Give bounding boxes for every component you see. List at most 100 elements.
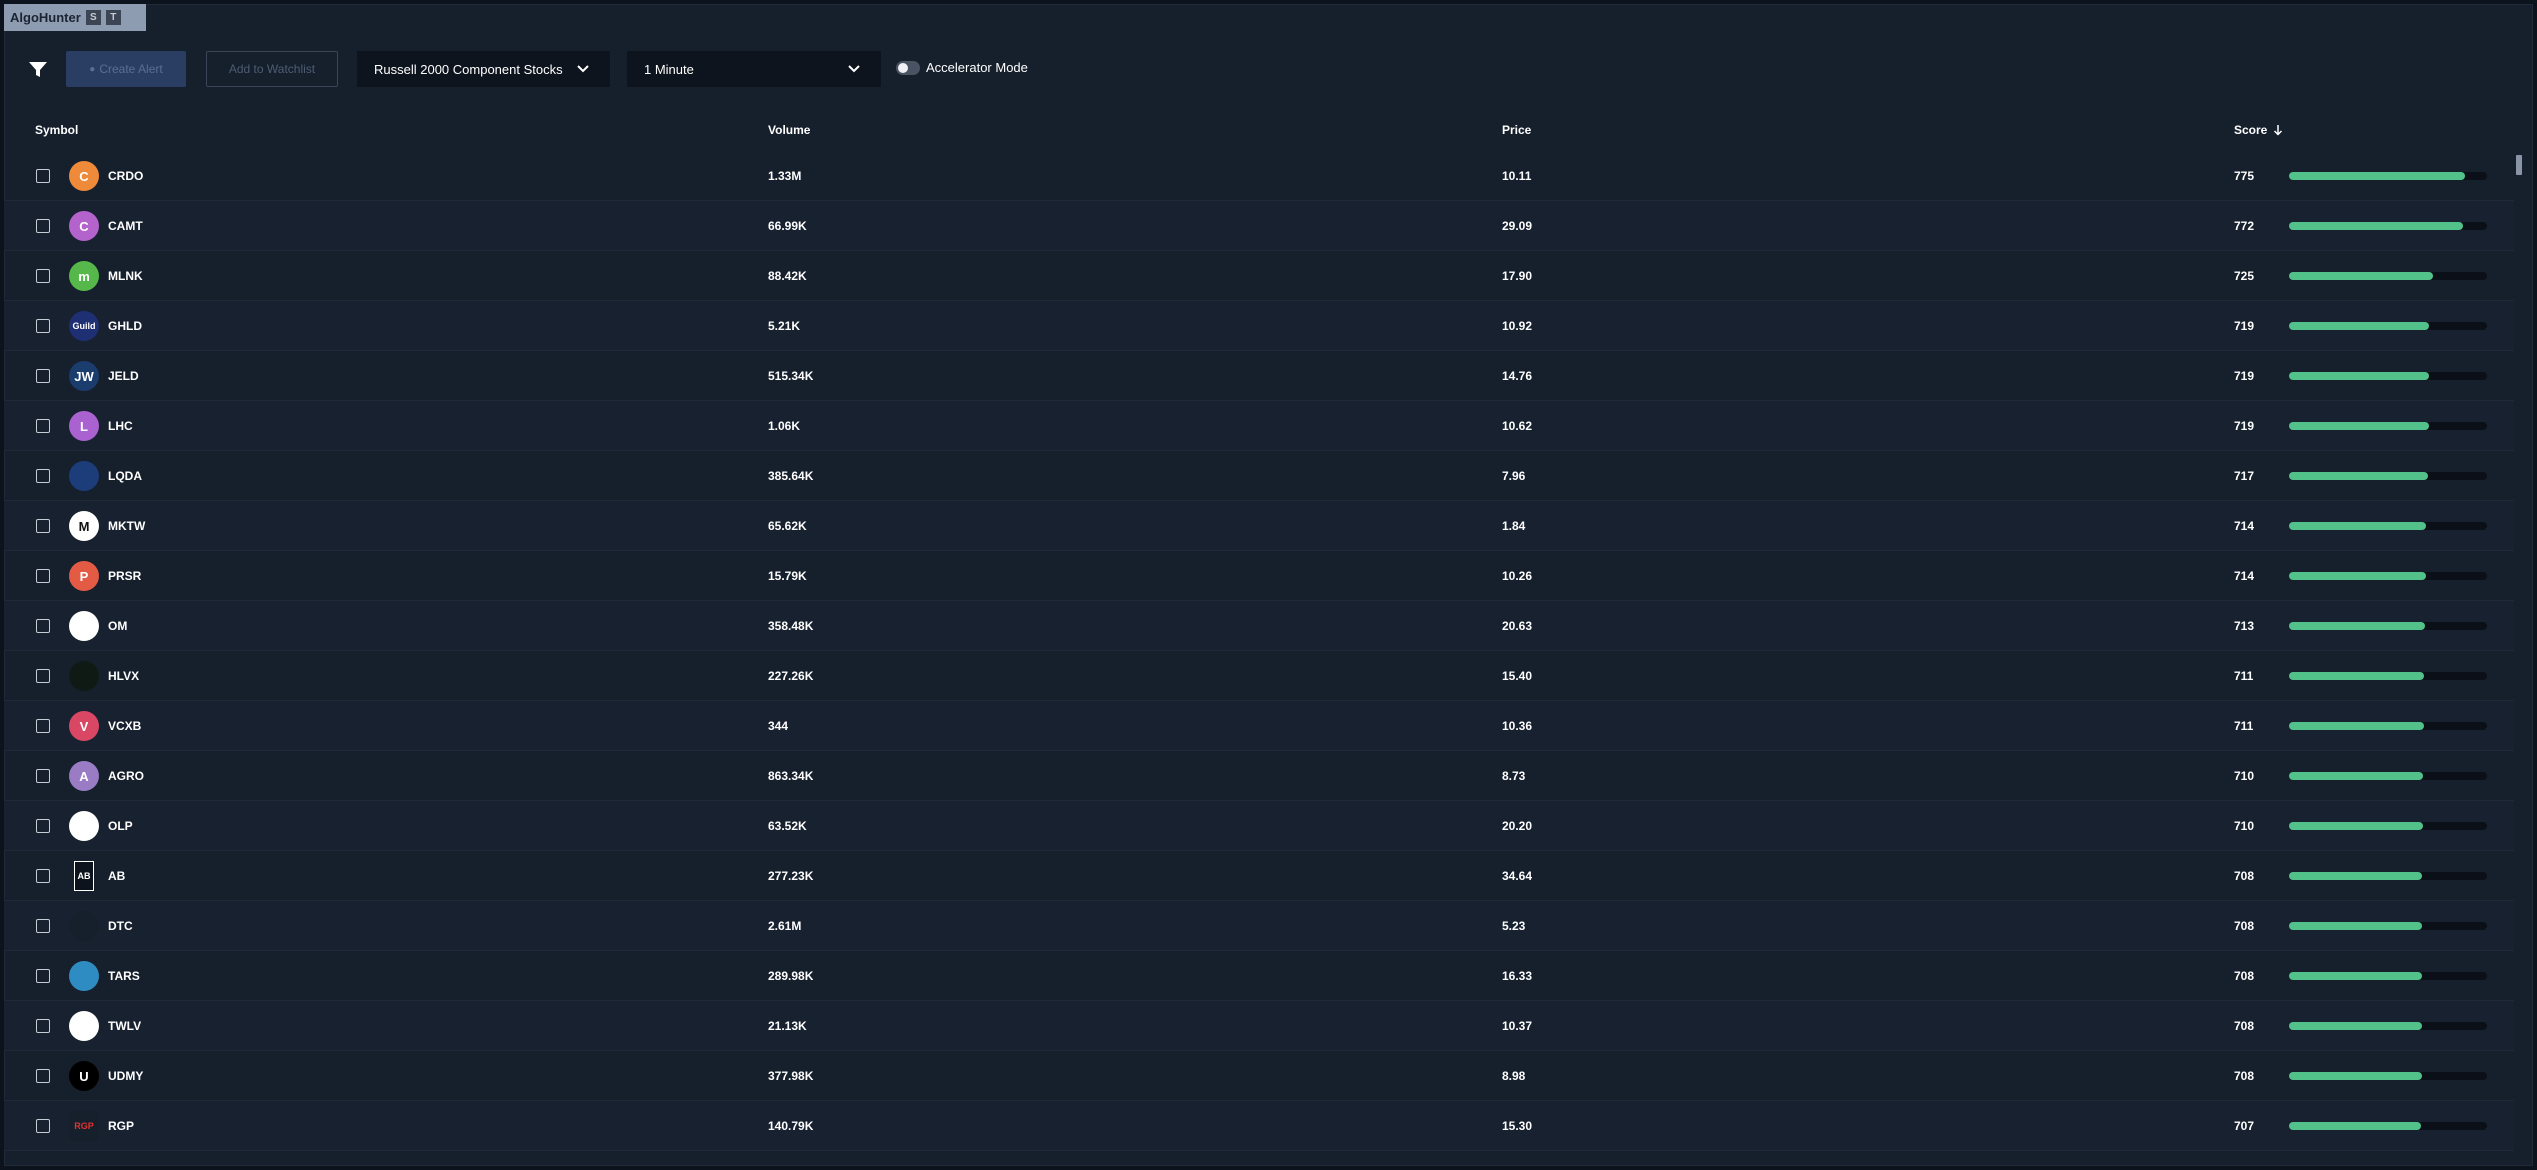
badge-s[interactable]: S [85,10,101,25]
row-checkbox[interactable] [36,319,50,333]
symbol-cell[interactable]: AB [108,869,125,883]
row-checkbox[interactable] [36,1119,50,1133]
universe-select[interactable]: Russell 2000 Component Stocks [357,51,610,87]
symbol-cell[interactable]: PRSR [108,569,141,583]
tarsus-logo-icon [69,961,99,991]
table-row[interactable]: A AGRO 863.34K 8.73 710 [4,751,2514,801]
toolbar: ● Create Alert Add to Watchlist Russell … [4,44,2533,94]
row-checkbox[interactable] [36,619,50,633]
symbol-cell[interactable]: HLVX [108,669,139,683]
interval-select[interactable]: 1 Minute [627,51,881,87]
accelerator-mode-toggle[interactable]: Accelerator Mode [896,60,1028,75]
letter-v-icon: V [69,711,99,741]
table-row[interactable]: LQDA 385.64K 7.96 717 [4,451,2514,501]
symbol-cell[interactable]: CAMT [108,219,143,233]
symbol-cell[interactable]: LQDA [108,469,142,483]
row-checkbox[interactable] [36,169,50,183]
table-row[interactable]: U UDMY 377.98K 8.98 708 [4,1051,2514,1101]
row-checkbox[interactable] [36,969,50,983]
column-header-price[interactable]: Price [1502,123,1531,137]
table-row[interactable]: AB AB 277.23K 34.64 708 [4,851,2514,901]
udemy-logo-icon: U [69,1061,99,1091]
symbol-cell[interactable]: TARS [108,969,140,983]
table-row[interactable]: TARS 289.98K 16.33 708 [4,951,2514,1001]
row-checkbox[interactable] [36,569,50,583]
score-cell: 708 [2234,969,2255,983]
twelve-seas-logo-icon [69,1011,99,1041]
guild-logo-icon: Guild [69,311,99,341]
row-checkbox[interactable] [36,869,50,883]
score-bar-fill [2289,772,2424,780]
create-alert-button[interactable]: ● Create Alert [66,51,186,87]
symbol-cell[interactable]: LHC [108,419,133,433]
score-bar-fill [2289,622,2426,630]
row-checkbox[interactable] [36,669,50,683]
score-bar [2289,172,2487,180]
table-row[interactable]: RGP RGP 140.79K 15.30 707 [4,1101,2514,1151]
row-checkbox[interactable] [36,1069,50,1083]
table-row[interactable]: M MKTW 65.62K 1.84 714 [4,501,2514,551]
filter-icon[interactable] [26,57,50,81]
score-cell: 772 [2234,219,2255,233]
row-checkbox[interactable] [36,519,50,533]
row-checkbox[interactable] [36,769,50,783]
symbol-cell[interactable]: CRDO [108,169,143,183]
table-row[interactable]: DTC 2.61M 5.23 708 [4,901,2514,951]
badge-t[interactable]: T [105,10,121,25]
symbol-cell[interactable]: MKTW [108,519,145,533]
table-row[interactable]: Guild GHLD 5.21K 10.92 719 [4,301,2514,351]
symbol-cell[interactable]: UDMY [108,1069,143,1083]
score-cell: 717 [2234,469,2255,483]
scrollbar-thumb[interactable] [2516,155,2522,175]
row-checkbox[interactable] [36,219,50,233]
score-bar-fill [2289,672,2424,680]
row-checkbox[interactable] [36,919,50,933]
row-checkbox[interactable] [36,469,50,483]
table-row[interactable]: OM 358.48K 20.63 713 [4,601,2514,651]
table-row[interactable]: m MLNK 88.42K 17.90 725 [4,251,2514,301]
row-checkbox[interactable] [36,719,50,733]
symbol-cell[interactable]: OM [108,619,127,633]
row-checkbox[interactable] [36,369,50,383]
symbol-cell[interactable]: GHLD [108,319,142,333]
symbol-cell[interactable]: DTC [108,919,133,933]
volume-cell: 21.13K [768,1019,807,1033]
column-header-volume[interactable]: Volume [768,123,810,137]
vertical-scrollbar[interactable] [2515,151,2523,1163]
volume-cell: 377.98K [768,1069,814,1083]
score-bar [2289,972,2487,980]
symbol-cell[interactable]: AGRO [108,769,144,783]
row-checkbox[interactable] [36,1019,50,1033]
table-row[interactable]: TWLV 21.13K 10.37 708 [4,1001,2514,1051]
column-header-symbol[interactable]: Symbol [35,123,78,137]
score-bar [2289,822,2487,830]
row-checkbox[interactable] [36,269,50,283]
symbol-cell[interactable]: JELD [108,369,139,383]
symbol-cell[interactable]: RGP [108,1119,134,1133]
table-row[interactable]: JW JELD 515.34K 14.76 719 [4,351,2514,401]
row-checkbox[interactable] [36,419,50,433]
table-row[interactable]: C CAMT 66.99K 29.09 772 [4,201,2514,251]
chevron-down-icon [848,65,860,73]
table-row[interactable]: V VCXB 344 10.36 711 [4,701,2514,751]
symbol-cell[interactable]: VCXB [108,719,141,733]
toggle-switch[interactable] [896,60,920,75]
table-row[interactable]: HLVX 227.26K 15.40 711 [4,651,2514,701]
table-row[interactable]: C CRDO 1.33M 10.11 775 [4,151,2514,201]
symbol-cell[interactable]: MLNK [108,269,143,283]
column-header-score[interactable]: Score [2234,123,2283,137]
symbol-cell[interactable]: TWLV [108,1019,141,1033]
table-row[interactable]: OLP 63.52K 20.20 710 [4,801,2514,851]
add-to-watchlist-button[interactable]: Add to Watchlist [206,51,338,87]
score-bar [2289,472,2487,480]
score-bar-fill [2289,322,2429,330]
app-title-tab[interactable]: AlgoHunter S T [4,4,146,31]
table-row[interactable]: L LHC 1.06K 10.62 719 [4,401,2514,451]
symbol-cell[interactable]: OLP [108,819,133,833]
meridianlink-m-icon: m [69,261,99,291]
row-checkbox[interactable] [36,819,50,833]
score-cell: 708 [2234,1019,2255,1033]
score-bar [2289,772,2487,780]
table-row[interactable]: P PRSR 15.79K 10.26 714 [4,551,2514,601]
score-cell: 710 [2234,819,2255,833]
